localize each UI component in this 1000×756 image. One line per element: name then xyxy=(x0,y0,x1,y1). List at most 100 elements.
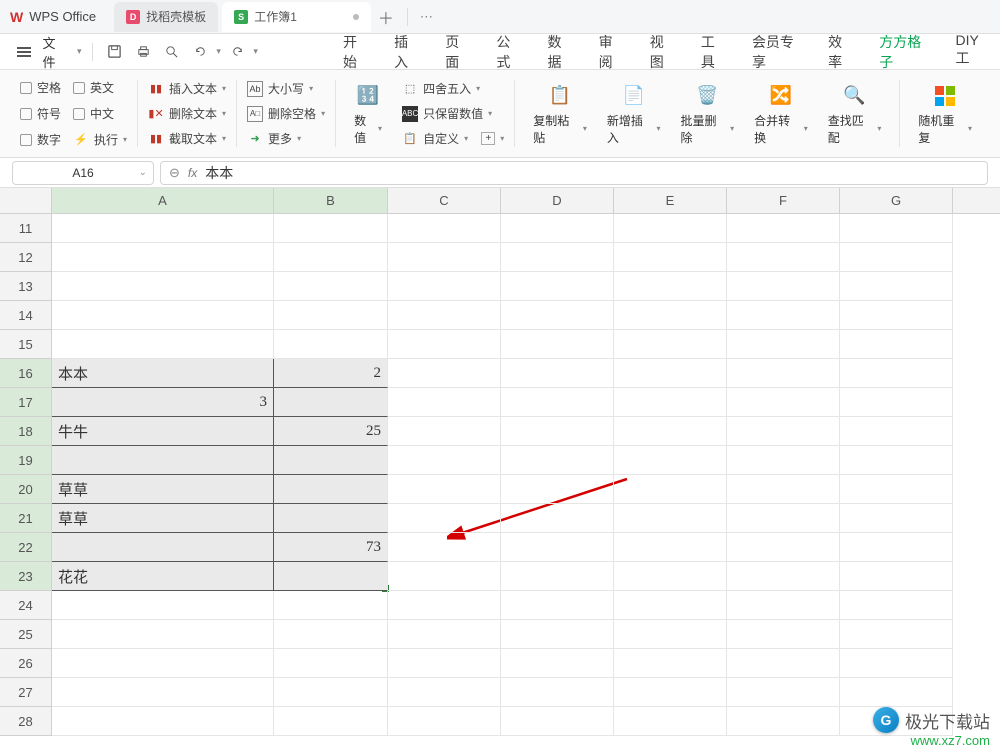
undo-button[interactable] xyxy=(188,39,212,65)
cell-E21[interactable] xyxy=(614,504,727,533)
cell-E23[interactable] xyxy=(614,562,727,591)
round-button[interactable]: ⬚四舍五入▾ xyxy=(402,78,504,99)
cell-F15[interactable] xyxy=(727,330,840,359)
cell-B17[interactable] xyxy=(274,388,388,417)
cell-B24[interactable] xyxy=(274,591,388,620)
cell-E24[interactable] xyxy=(614,591,727,620)
cell-E18[interactable] xyxy=(614,417,727,446)
cell-A14[interactable] xyxy=(52,301,274,330)
cell-A28[interactable] xyxy=(52,707,274,736)
cell-E20[interactable] xyxy=(614,475,727,504)
cell-B14[interactable] xyxy=(274,301,388,330)
cell-B18[interactable]: 25 xyxy=(274,417,388,446)
check-english[interactable]: 英文 xyxy=(73,77,114,99)
cell-A12[interactable] xyxy=(52,243,274,272)
print-preview-button[interactable] xyxy=(159,39,183,65)
cell-E12[interactable] xyxy=(614,243,727,272)
cell-D19[interactable] xyxy=(501,446,614,475)
cell-G21[interactable] xyxy=(840,504,953,533)
cell-G22[interactable] xyxy=(840,533,953,562)
tab-efficiency[interactable]: 效率 xyxy=(817,26,864,78)
redo-button[interactable] xyxy=(225,39,249,65)
more-button[interactable]: ➜更多▾ xyxy=(247,128,325,149)
cell-C22[interactable] xyxy=(388,533,501,562)
tab-diy[interactable]: DIY工 xyxy=(945,26,1000,78)
cell-A18[interactable]: 牛牛 xyxy=(52,417,274,446)
cell-B21[interactable] xyxy=(274,504,388,533)
cell-F14[interactable] xyxy=(727,301,840,330)
row-header-23[interactable]: 23 xyxy=(0,562,52,591)
cell-C17[interactable] xyxy=(388,388,501,417)
tab-ffgz[interactable]: 方方格子 xyxy=(868,26,940,78)
execute-button[interactable]: ⚡执行▾ xyxy=(73,129,127,151)
cell-D18[interactable] xyxy=(501,417,614,446)
cell-E28[interactable] xyxy=(614,707,727,736)
col-header-C[interactable]: C xyxy=(388,188,501,213)
tab-tools[interactable]: 工具 xyxy=(690,26,737,78)
cell-A16[interactable]: 本本 xyxy=(52,359,274,388)
check-space[interactable]: 空格 xyxy=(20,77,61,99)
check-chinese[interactable]: 中文 xyxy=(73,103,114,125)
cell-C11[interactable] xyxy=(388,214,501,243)
row-header-11[interactable]: 11 xyxy=(0,214,52,243)
cell-C13[interactable] xyxy=(388,272,501,301)
cell-C25[interactable] xyxy=(388,620,501,649)
select-all-corner[interactable] xyxy=(0,188,52,213)
col-header-B[interactable]: B xyxy=(274,188,388,213)
tab-review[interactable]: 审阅 xyxy=(588,26,635,78)
cell-D22[interactable] xyxy=(501,533,614,562)
cell-B26[interactable] xyxy=(274,649,388,678)
cell-C26[interactable] xyxy=(388,649,501,678)
cell-D11[interactable] xyxy=(501,214,614,243)
cell-A20[interactable]: 草草 xyxy=(52,475,274,504)
cell-A23[interactable]: 花花 xyxy=(52,562,274,591)
cell-G13[interactable] xyxy=(840,272,953,301)
tab-start[interactable]: 开始 xyxy=(332,26,379,78)
more-tabs-icon[interactable]: ⋯ xyxy=(420,9,433,25)
tab-data[interactable]: 数据 xyxy=(536,26,583,78)
name-box[interactable]: A16 ⌄ xyxy=(12,161,154,185)
row-header-14[interactable]: 14 xyxy=(0,301,52,330)
cell-D23[interactable] xyxy=(501,562,614,591)
cell-F26[interactable] xyxy=(727,649,840,678)
cell-B13[interactable] xyxy=(274,272,388,301)
cell-C27[interactable] xyxy=(388,678,501,707)
cell-F20[interactable] xyxy=(727,475,840,504)
cell-B12[interactable] xyxy=(274,243,388,272)
col-header-F[interactable]: F xyxy=(727,188,840,213)
cell-D13[interactable] xyxy=(501,272,614,301)
row-header-13[interactable]: 13 xyxy=(0,272,52,301)
cell-B22[interactable]: 73 xyxy=(274,533,388,562)
cell-G24[interactable] xyxy=(840,591,953,620)
row-header-26[interactable]: 26 xyxy=(0,649,52,678)
cell-A27[interactable] xyxy=(52,678,274,707)
cell-A11[interactable] xyxy=(52,214,274,243)
cell-C19[interactable] xyxy=(388,446,501,475)
row-header-27[interactable]: 27 xyxy=(0,678,52,707)
cell-B20[interactable] xyxy=(274,475,388,504)
cell-C23[interactable] xyxy=(388,562,501,591)
insert-new-button[interactable]: 📄新增插入▾ xyxy=(599,78,669,149)
cell-F11[interactable] xyxy=(727,214,840,243)
batch-delete-button[interactable]: 🗑️批量删除▾ xyxy=(673,78,743,149)
cell-G11[interactable] xyxy=(840,214,953,243)
delete-text-button[interactable]: ▮✕删除文本▾ xyxy=(148,103,226,124)
cell-A25[interactable] xyxy=(52,620,274,649)
cell-E19[interactable] xyxy=(614,446,727,475)
check-number[interactable]: 数字 xyxy=(20,129,61,151)
cell-D27[interactable] xyxy=(501,678,614,707)
hamburger-menu-button[interactable] xyxy=(12,39,36,65)
cell-B11[interactable] xyxy=(274,214,388,243)
cell-F22[interactable] xyxy=(727,533,840,562)
cell-E22[interactable] xyxy=(614,533,727,562)
cell-F13[interactable] xyxy=(727,272,840,301)
cell-G16[interactable] xyxy=(840,359,953,388)
cell-B19[interactable] xyxy=(274,446,388,475)
cell-C16[interactable] xyxy=(388,359,501,388)
cell-E17[interactable] xyxy=(614,388,727,417)
cell-B28[interactable] xyxy=(274,707,388,736)
cell-B25[interactable] xyxy=(274,620,388,649)
row-header-16[interactable]: 16 xyxy=(0,359,52,388)
cell-E15[interactable] xyxy=(614,330,727,359)
copy-paste-button[interactable]: 📋复制粘贴▾ xyxy=(525,78,595,149)
